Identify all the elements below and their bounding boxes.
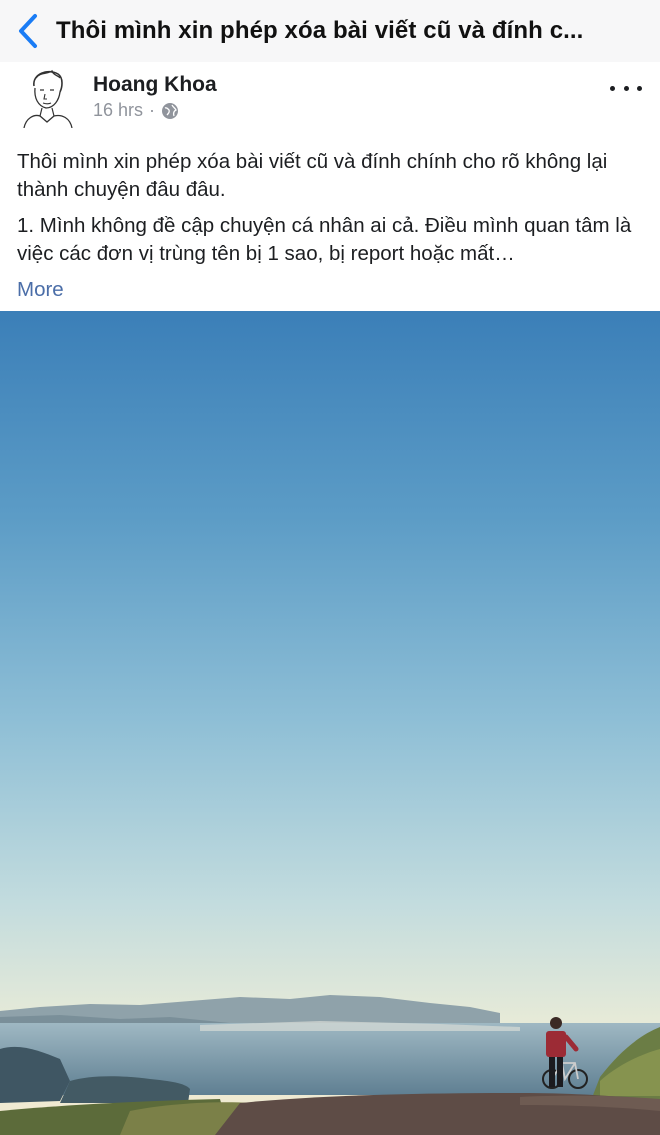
post-body: Thôi mình xin phép xóa bài viết cũ và đí… [17,148,645,304]
post-timestamp[interactable]: 16 hrs [93,100,143,121]
see-more-link[interactable]: More [17,276,64,304]
post-paragraph-2: 1. Mình không đề cập chuyện cá nhân ai c… [17,214,632,265]
dot [637,85,642,91]
post-paragraph-1: Thôi mình xin phép xóa bài viết cũ và đí… [17,150,608,201]
back-button[interactable] [0,0,56,62]
post-meta: 16 hrs · [93,100,179,121]
chevron-left-icon [19,14,37,48]
page-title: Thôi mình xin phép xóa bài viết cũ và đí… [56,17,584,44]
dot [623,85,629,91]
dot [610,85,615,91]
post-photo[interactable] [0,311,660,1135]
landscape-photo [0,311,660,1135]
navigation-bar: Thôi mình xin phép xóa bài viết cũ và đí… [0,0,660,62]
globe-icon [161,102,179,120]
meta-separator: · [149,100,156,120]
avatar[interactable] [18,66,76,128]
more-options-icon[interactable] [610,76,642,100]
author-name[interactable]: Hoang Khoa [93,73,217,97]
post-header: Hoang Khoa 16 hrs · [0,62,660,134]
avatar-sketch-image [18,66,76,128]
